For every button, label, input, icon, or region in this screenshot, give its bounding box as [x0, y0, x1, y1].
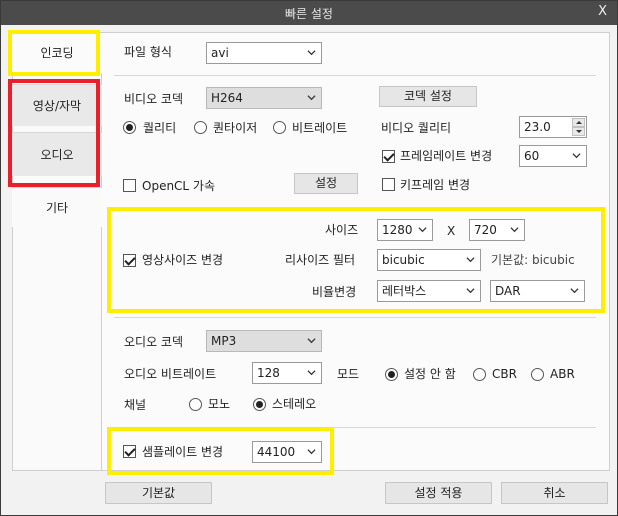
radio-channel-mono-label: 모노	[208, 397, 231, 411]
video-quality-value: 23.0	[524, 120, 551, 134]
aspect-label: 비율변경	[312, 285, 357, 299]
radio-bitrate-label: 비트레이트	[292, 121, 348, 135]
tab-audio-label: 오디오	[40, 148, 74, 162]
aspect-value: 레터박스	[382, 284, 427, 298]
tab-etc[interactable]: 기타	[12, 187, 102, 227]
video-codec-value: H264	[211, 91, 243, 105]
radio-quantizer-label: 퀀타이저	[213, 121, 258, 135]
audio-codec-value: MP3	[211, 334, 237, 348]
opencl-label: OpenCL 가속	[142, 179, 216, 193]
divider	[114, 427, 596, 428]
framerate-select[interactable]: 60	[519, 145, 587, 167]
tab-audio[interactable]: 오디오	[12, 132, 102, 176]
tab-etc-label: 기타	[45, 201, 69, 215]
chevron-down-icon	[510, 227, 519, 233]
title-bar[interactable]: 빠른 설정 X	[1, 1, 617, 25]
divider	[114, 317, 596, 318]
samplerate-value: 44100	[257, 445, 296, 459]
chevron-down-icon	[418, 227, 427, 233]
chevron-down-icon	[307, 95, 316, 101]
audio-bitrate-label: 오디오 비트레이트	[124, 367, 217, 381]
chevron-down-icon	[570, 288, 579, 294]
apply-button[interactable]: 설정 적용	[385, 482, 492, 504]
quick-settings-window: 빠른 설정 X 인코딩 영상/자막 오디오 기타 파일 형식 avi 비디오 코…	[0, 0, 618, 516]
file-format-select[interactable]: avi	[206, 42, 322, 64]
keyframe-change-checkbox[interactable]	[382, 178, 395, 191]
samplerate-change-label: 샘플레이트 변경	[142, 445, 224, 459]
radio-channel-stereo-label: 스테레오	[272, 397, 317, 411]
radio-mode-abr[interactable]	[531, 368, 544, 381]
framerate-value: 60	[524, 149, 540, 163]
chevron-down-icon	[307, 50, 316, 56]
divider	[114, 75, 596, 76]
video-codec-select[interactable]: H264	[206, 87, 322, 109]
aspect-select[interactable]: 레터박스	[377, 280, 481, 302]
file-format-label: 파일 형식	[124, 45, 172, 59]
resize-filter-label: 리사이즈 필터	[285, 253, 356, 267]
aspect-mode-value: DAR	[495, 284, 521, 298]
audio-mode-label: 모드	[337, 367, 360, 381]
tab-encoding[interactable]: 인코딩	[12, 33, 102, 73]
keyframe-change-label: 키프레임 변경	[400, 178, 471, 192]
spin-up-icon[interactable]	[572, 118, 585, 127]
radio-mode-none[interactable]	[385, 368, 398, 381]
resize-filter-select[interactable]: bicubic	[377, 249, 481, 271]
opencl-settings-button[interactable]: 설정	[294, 173, 358, 194]
chevron-down-icon	[572, 153, 581, 159]
resize-change-label: 영상사이즈 변경	[142, 253, 224, 267]
resize-filter-value: bicubic	[382, 253, 425, 267]
video-quality-label: 비디오 퀄리티	[381, 121, 452, 135]
file-format-value: avi	[211, 46, 229, 60]
video-quality-spinner[interactable]: 23.0	[519, 116, 587, 138]
audio-bitrate-select[interactable]: 128	[252, 362, 322, 384]
audio-bitrate-value: 128	[257, 366, 280, 380]
size-label: 사이즈	[325, 223, 359, 237]
tab-encoding-label: 인코딩	[40, 46, 74, 60]
resize-filter-default: 기본값: bicubic	[491, 253, 575, 267]
resize-change-checkbox[interactable]	[123, 254, 136, 267]
audio-channel-label: 채널	[124, 398, 147, 412]
opencl-checkbox[interactable]	[123, 179, 136, 192]
radio-mode-none-label: 설정 안 함	[404, 367, 456, 381]
chevron-down-icon	[466, 288, 475, 294]
radio-mode-cbr-label: CBR	[492, 367, 517, 381]
radio-mode-cbr[interactable]	[473, 368, 486, 381]
window-title: 빠른 설정	[285, 7, 333, 21]
cancel-button[interactable]: 취소	[501, 482, 608, 504]
default-button[interactable]: 기본값	[105, 482, 212, 504]
radio-channel-stereo[interactable]	[253, 398, 266, 411]
codec-settings-button[interactable]: 코덱 설정	[379, 86, 477, 107]
width-value: 1280	[382, 223, 413, 237]
radio-bitrate[interactable]	[273, 121, 286, 134]
aspect-mode-select[interactable]: DAR	[490, 280, 585, 302]
radio-quality-label: 퀄리티	[143, 121, 177, 135]
chevron-down-icon	[307, 449, 316, 455]
samplerate-change-checkbox[interactable]	[123, 445, 136, 458]
radio-mode-abr-label: ABR	[550, 367, 575, 381]
spinner-arrows[interactable]	[572, 118, 585, 136]
framerate-change-label: 프레임레이트 변경	[400, 149, 493, 163]
chevron-down-icon	[466, 257, 475, 263]
chevron-down-icon	[307, 370, 316, 376]
video-codec-label: 비디오 코덱	[124, 92, 184, 106]
radio-channel-mono[interactable]	[189, 398, 202, 411]
radio-quality[interactable]	[123, 121, 136, 134]
height-select[interactable]: 720	[469, 219, 525, 241]
samplerate-select[interactable]: 44100	[252, 441, 322, 463]
close-icon[interactable]: X	[598, 4, 607, 19]
framerate-change-checkbox[interactable]	[382, 150, 395, 163]
chevron-down-icon	[307, 338, 316, 344]
size-x-label: X	[447, 224, 456, 238]
tab-video-subtitle[interactable]: 영상/자막	[12, 84, 102, 126]
spin-down-icon[interactable]	[572, 127, 585, 136]
tab-video-subtitle-label: 영상/자막	[32, 99, 82, 113]
audio-codec-select[interactable]: MP3	[206, 330, 322, 352]
radio-quantizer[interactable]	[194, 121, 207, 134]
audio-codec-label: 오디오 코덱	[124, 335, 184, 349]
height-value: 720	[474, 223, 497, 237]
width-select[interactable]: 1280	[377, 219, 433, 241]
